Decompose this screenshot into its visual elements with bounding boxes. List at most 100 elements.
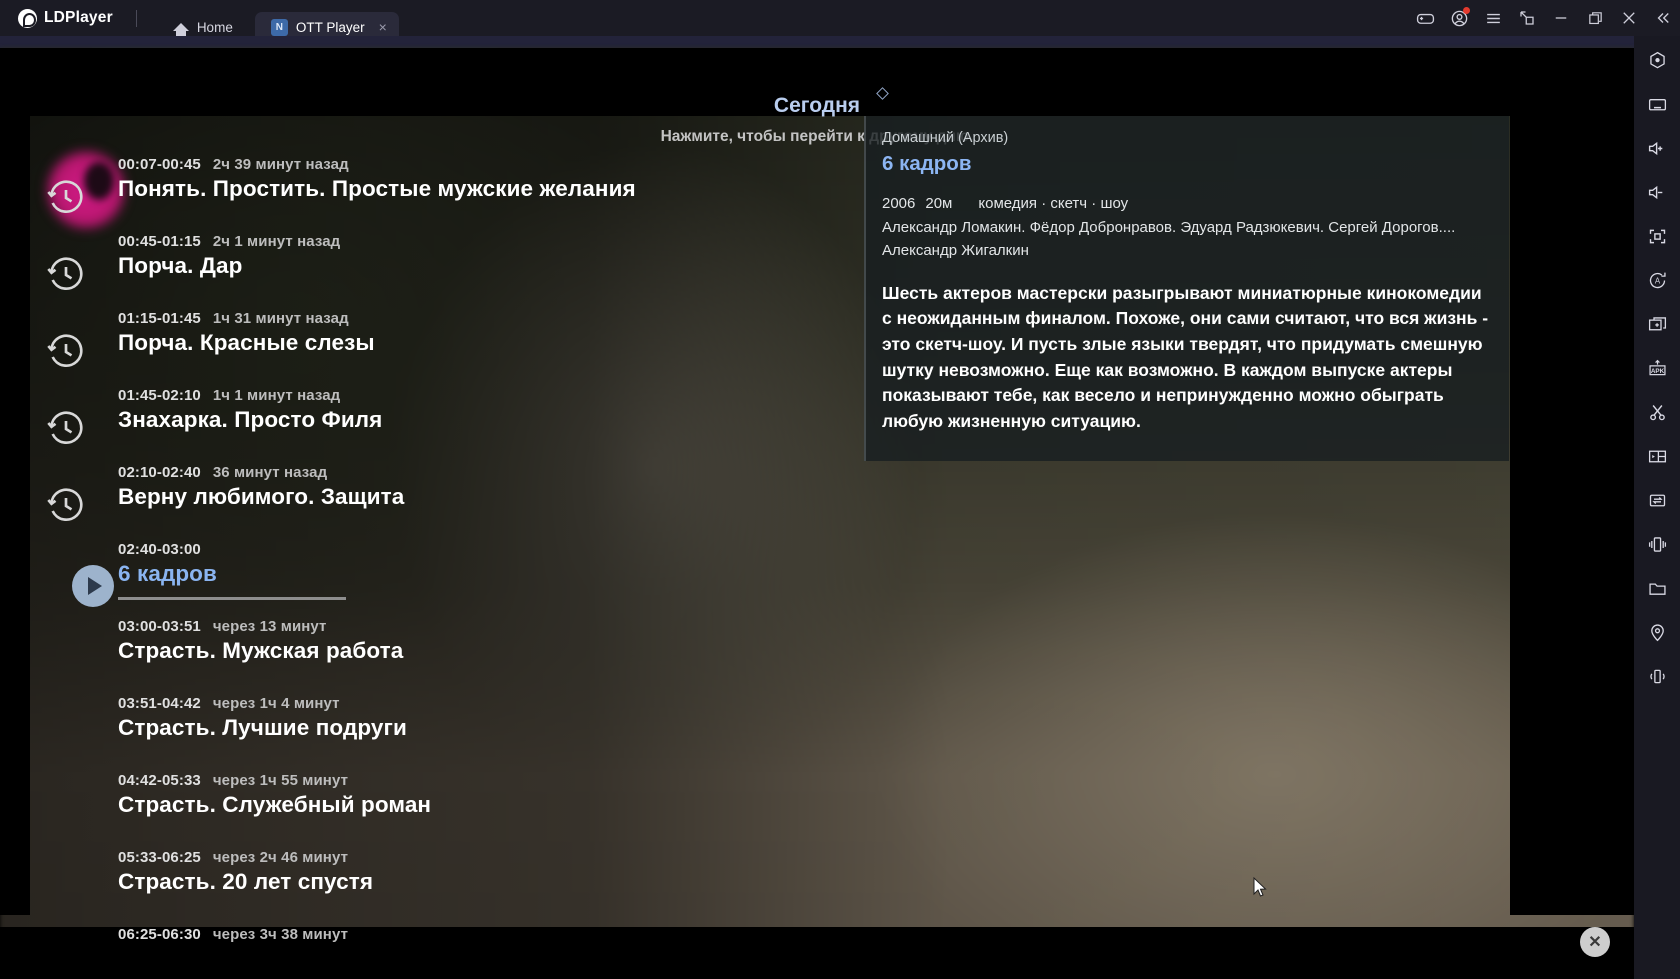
- list-item[interactable]: 05:33-06:25 через 2ч 46 минут Страсть. 20…: [30, 849, 840, 926]
- page-title[interactable]: Сегодня: [0, 94, 1634, 118]
- ldplayer-logo-icon: [18, 8, 37, 28]
- app-root: LDPlayer Home N OTT Player × Сегодня Наж…: [0, 0, 1680, 979]
- list-item[interactable]: 03:51-04:42 через 1ч 4 минут Страсть. Луч…: [30, 695, 840, 772]
- svg-text:A: A: [1654, 276, 1660, 285]
- program-list[interactable]: 00:07-00:45 2ч 39 минут назад Понять. Про…: [30, 156, 840, 946]
- program-title: 6 кадров: [118, 561, 217, 586]
- program-time: 06:25-06:30: [118, 926, 201, 943]
- info-title: 6 кадров: [882, 152, 972, 175]
- program-title: Страсть. Лучшие подруги: [118, 715, 407, 740]
- program-title: Знахарка. Просто Филя: [118, 407, 383, 432]
- program-title: Порча. Дар: [118, 253, 243, 278]
- auto-rotate-icon[interactable]: A: [1639, 262, 1675, 298]
- program-title: Страсть. Служебный роман: [118, 792, 432, 817]
- program-time: 02:10-02:40: [118, 464, 201, 481]
- list-item[interactable]: 03:00-03:51 через 13 минут Страсть. Мужск…: [30, 618, 840, 695]
- list-item[interactable]: 01:15-01:45 1ч 31 минут назад Порча. Крас…: [30, 310, 840, 387]
- program-meta: 04:42-05:33 через 1ч 55 минут: [118, 772, 840, 789]
- android-status-bar: [0, 36, 1634, 48]
- info-year: 2006: [882, 195, 916, 212]
- list-item[interactable]: 06:25-06:30 через 3ч 38 минут: [30, 926, 840, 956]
- program-meta: 01:45-02:10 1ч 1 минут назад: [118, 387, 840, 404]
- program-time: 00:07-00:45: [118, 156, 201, 173]
- resize-icon[interactable]: [1510, 0, 1544, 36]
- program-relative: 1ч 1 минут назад: [212, 387, 341, 404]
- fullscreen-icon[interactable]: [1639, 218, 1675, 254]
- list-item[interactable]: 00:45-01:15 2ч 1 минут назад Порча. Дар: [30, 233, 840, 310]
- program-relative: через 2ч 46 минут: [212, 849, 349, 866]
- letterbox-left: [0, 116, 30, 915]
- program-time: 03:00-03:51: [118, 618, 201, 635]
- sync-transfer-icon[interactable]: [1639, 482, 1675, 518]
- play-triangle-icon: [88, 577, 102, 595]
- list-item[interactable]: 00:07-00:45 2ч 39 минут назад Понять. Про…: [30, 156, 840, 233]
- program-title: Страсть. Мужская работа: [118, 638, 404, 663]
- ldplayer-tool-rail: A APK: [1634, 36, 1680, 979]
- volume-down-icon[interactable]: [1639, 174, 1675, 210]
- program-title: Верну любимого. Защита: [118, 484, 405, 509]
- keyboard-icon[interactable]: [1639, 86, 1675, 122]
- info-facts: 2006 20м комедия · скетч · шоу: [882, 195, 1491, 212]
- program-title: Порча. Красные слезы: [118, 330, 375, 355]
- menu-icon[interactable]: [1476, 0, 1510, 36]
- folder-icon[interactable]: [1639, 570, 1675, 606]
- list-item[interactable]: 02:10-02:40 36 минут назад Верну любимого…: [30, 464, 840, 541]
- maximize-icon[interactable]: [1578, 0, 1612, 36]
- brand-name: LDPlayer: [44, 9, 113, 26]
- tab-home-label: Home: [196, 19, 233, 35]
- emulator-viewport[interactable]: Сегодня Нажмите, чтобы перейти к другому…: [0, 36, 1634, 979]
- floating-close-button[interactable]: ✕: [1580, 927, 1610, 957]
- list-item[interactable]: 01:45-02:10 1ч 1 минут назад Знахарка. Пр…: [30, 387, 840, 464]
- program-progress-bar[interactable]: [118, 597, 346, 600]
- history-icon: [46, 409, 86, 449]
- mouse-cursor: [1253, 877, 1267, 897]
- program-title: Страсть. 20 лет спустя: [118, 869, 374, 894]
- location-icon[interactable]: [1639, 614, 1675, 650]
- hexagon-home-icon[interactable]: [1639, 42, 1675, 78]
- program-relative: через 1ч 55 минут: [212, 772, 349, 789]
- ldplayer-titlebar: LDPlayer Home N OTT Player ×: [0, 0, 1680, 42]
- program-meta: 02:40-03:00: [118, 541, 840, 558]
- list-item-current[interactable]: 02:40-03:00 6 кадров: [30, 541, 840, 618]
- brand-divider: [135, 9, 137, 27]
- multi-instance-icon[interactable]: [1639, 306, 1675, 342]
- home-icon: [172, 23, 189, 37]
- program-time: 03:51-04:42: [118, 695, 201, 712]
- program-time: 01:15-01:45: [118, 310, 201, 327]
- collapse-rail-icon[interactable]: [1646, 0, 1680, 36]
- program-time: 01:45-02:10: [118, 387, 201, 404]
- program-time: 02:40-03:00: [118, 541, 201, 558]
- vibrate-icon[interactable]: [1639, 658, 1675, 694]
- program-relative: 2ч 1 минут назад: [212, 233, 341, 250]
- scissors-icon[interactable]: [1639, 394, 1675, 430]
- program-relative: 1ч 31 минут назад: [212, 310, 349, 327]
- multi-window-icon[interactable]: [1639, 438, 1675, 474]
- volume-up-icon[interactable]: [1639, 130, 1675, 166]
- program-relative: 2ч 39 минут назад: [212, 156, 349, 173]
- program-time: 04:42-05:33: [118, 772, 201, 789]
- program-relative: через 1ч 4 минут: [212, 695, 340, 712]
- program-title: Понять. Простить. Простые мужские желани…: [118, 176, 636, 201]
- program-meta: 02:10-02:40 36 минут назад: [118, 464, 840, 481]
- info-duration: 20м: [925, 195, 953, 212]
- ott-player-app-icon: N: [270, 18, 288, 36]
- history-icon: [46, 332, 86, 372]
- play-icon[interactable]: [72, 565, 114, 607]
- close-icon[interactable]: [1612, 0, 1646, 36]
- tab-ott-player-label: OTT Player: [295, 19, 365, 35]
- svg-text:APK: APK: [1650, 367, 1664, 374]
- program-relative: через 3ч 38 минут: [212, 926, 349, 943]
- minimize-icon[interactable]: [1544, 0, 1578, 36]
- gamepad-icon[interactable]: [1408, 0, 1442, 36]
- tab-close-icon[interactable]: ×: [379, 20, 387, 34]
- program-meta: 01:15-01:45 1ч 31 минут назад: [118, 310, 840, 327]
- program-meta: 00:45-01:15 2ч 1 минут назад: [118, 233, 840, 250]
- program-relative: 36 минут назад: [212, 464, 328, 481]
- shake-icon[interactable]: [1639, 526, 1675, 562]
- list-item[interactable]: 04:42-05:33 через 1ч 55 минут Страсть. Сл…: [30, 772, 840, 849]
- account-icon[interactable]: [1442, 0, 1476, 36]
- apk-install-icon[interactable]: APK: [1639, 350, 1675, 386]
- program-meta: 06:25-06:30 через 3ч 38 минут: [118, 926, 840, 943]
- info-genres: комедия · скетч · шоу: [978, 195, 1129, 212]
- program-meta: 03:51-04:42 через 1ч 4 минут: [118, 695, 840, 712]
